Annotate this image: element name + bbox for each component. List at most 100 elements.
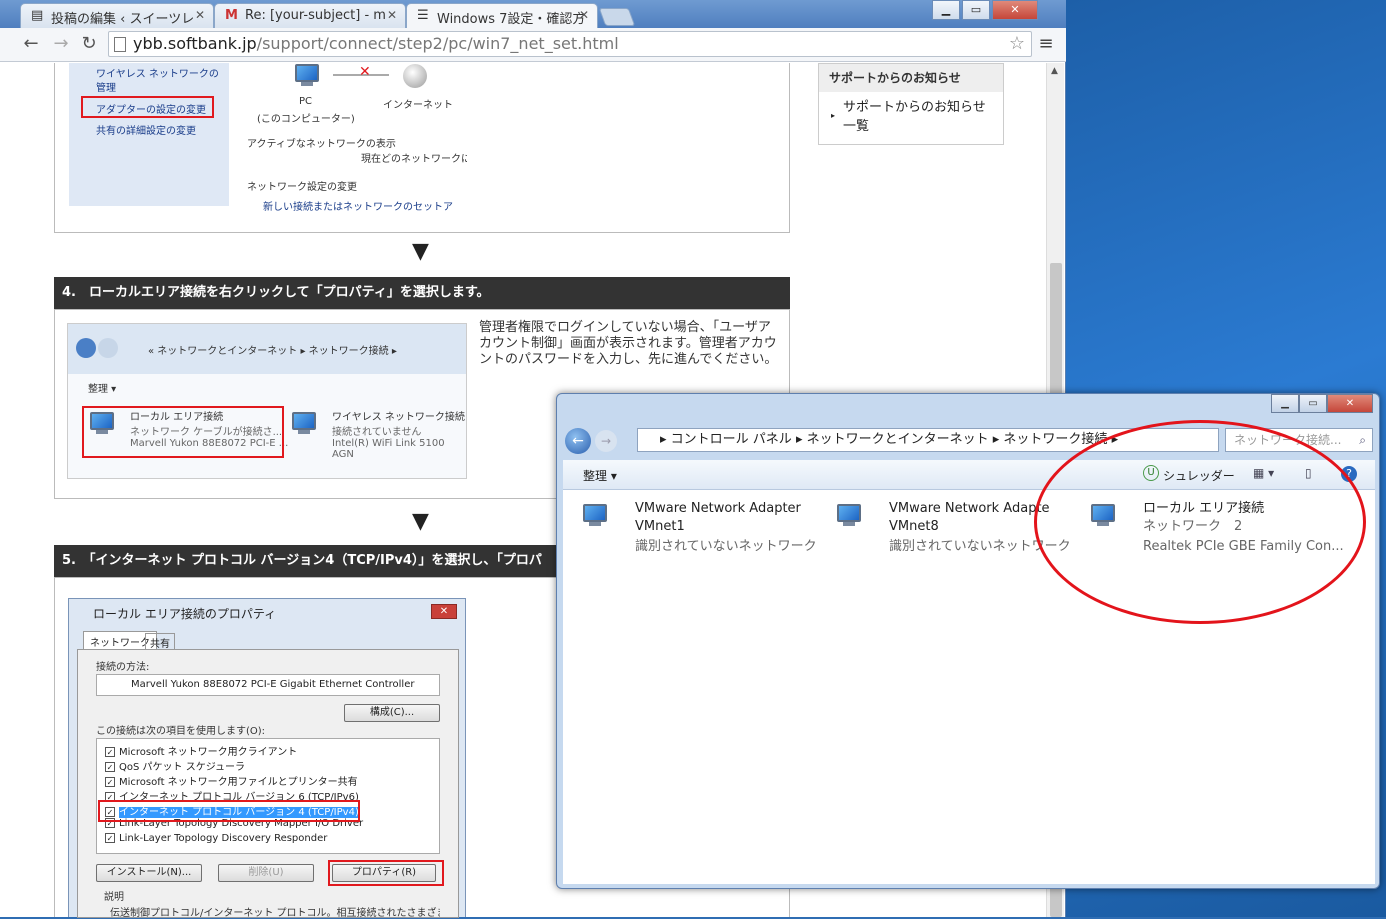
tab-label: 投稿の編集 ‹ スイーツレ [51,12,195,27]
minimize-button[interactable]: ▁ [1271,394,1299,413]
highlight-box [81,96,214,118]
adapter-sub: VMnet1 [635,519,685,534]
bullet-icon: ▸ [831,111,836,120]
adapter-name: VMware Network Adapte [889,501,1050,516]
address-bar[interactable]: ybb.softbank.jp/support/connect/step2/pc… [108,31,1032,57]
adapter-device: Intel(R) WiFi Link 5100 AGN [332,438,445,460]
adapter-status: 識別されていないネットワーク [635,539,817,554]
pc-icon [293,64,323,90]
highlight-box [82,406,284,458]
highlight-box [98,800,360,822]
sidebar-item-wireless: ワイヤレス ネットワークの管理 [96,69,219,94]
list-item: ✓ Link-Layer Topology Discovery Responder [105,833,328,844]
page-icon: ▤ [31,8,44,23]
wireless-adapter-icon [290,412,320,438]
minimize-button[interactable]: ▁ [932,0,960,20]
forward-button[interactable]: → [595,430,617,452]
close-window-button[interactable]: ✕ [992,0,1038,20]
page-icon [114,37,126,52]
install-button: インストール(N)... [96,864,202,882]
items-list: ✓ Microsoft ネットワーク用クライアント ✓ QoS パケット スケジュー… [96,738,440,854]
active-network-label: アクティブなネットワークの表示 [247,139,396,150]
menu-icon[interactable]: ≡ [1036,33,1056,55]
network-adapter-icon [581,504,611,530]
pc-sublabel: (このコンピューター) [257,114,355,125]
close-window-button[interactable]: ✕ [1327,394,1373,413]
highlight-ellipse [1034,420,1366,624]
sidebar-item-sharing: 共有の詳細設定の変更 [96,126,196,137]
adapter-status: 接続されていません [332,427,422,438]
dialog-title-text: ローカル エリア接続のプロパティ [93,607,277,621]
notice-heading: サポートからのお知らせ [819,64,1003,92]
list-item: ✓ QoS パケット スケジューラ [105,762,245,773]
forward-button[interactable]: → [50,33,72,55]
gmail-icon: M [225,8,238,23]
network-connections-screenshot: « ネットワークとインターネット ▸ ネットワーク接続 ▸ 整理 ▾ ローカル … [67,323,467,479]
network-center-screenshot: ワイヤレス ネットワークの管理 アダプターの設定の変更 共有の詳細設定の変更 ✕… [54,63,790,233]
tab-gmail[interactable]: M Re: [your-subject] - m ✕ [214,3,406,28]
tab-label: Re: [your-subject] - m [245,8,386,23]
dialog-body: 接続の方法: Marvell Yukon 88E8072 PCI-E Gigab… [77,649,459,919]
settings-label: ネットワーク設定の変更 [247,182,357,193]
reload-button[interactable]: ↻ [78,33,100,55]
adapter-name: ワイヤレス ネットワーク接続 [332,412,465,423]
close-icon[interactable]: ✕ [579,8,589,22]
step4-note: 管理者権限でログインしていない場合、「ユーザアカウント制御」画面が表示されます。… [479,320,778,367]
page-icon: ☰ [417,8,429,23]
notice-link-text: サポートからのお知らせ一覧 [843,100,986,134]
breadcrumb-item[interactable]: コントロール パネル [671,432,792,447]
new-tab-button[interactable] [598,8,636,26]
down-arrow-icon: ▼ [412,239,429,264]
search-icon: ⌕ [1359,433,1366,447]
network-adapter-icon [835,504,865,530]
maximize-button[interactable]: ▭ [962,0,990,20]
uninstall-button: 削除(U) [218,864,314,882]
back-icon [76,338,96,358]
breadcrumb-item[interactable]: ネットワークとインターネット [807,432,989,447]
globe-icon [403,64,427,88]
tab-strip: ▤ 投稿の編集 ‹ スイーツレ ✕ M Re: [your-subject] -… [0,0,1066,28]
list-item: ✓ Microsoft ネットワーク用クライアント [105,747,298,758]
new-connection-link: 新しい接続またはネットワークのセットア [263,202,453,213]
dialog-title: ローカル エリア接続のプロパティ ✕ [69,599,465,625]
pc-label: PC [299,96,313,107]
current-network-label: 現在どのネットワークにも [361,154,467,165]
chevron-icon: ▸ [660,432,671,447]
scroll-up-icon[interactable]: ▲ [1051,66,1058,76]
organize-menu: 整理 ▾ [88,384,117,395]
properties-dialog-screenshot: ローカル エリア接続のプロパティ ✕ ネットワーク 共有 接続の方法: Marve… [68,598,466,919]
configure-button: 構成(C)... [344,704,440,722]
list-item: ✓ Microsoft ネットワーク用ファイルとプリンター共有 [105,777,358,788]
controller-field: Marvell Yukon 88E8072 PCI-E Gigabit Ethe… [96,674,440,696]
breadcrumb: « ネットワークとインターネット ▸ ネットワーク接続 ▸ [148,346,397,357]
items-label: この接続は次の項目を使用します(O): [96,726,266,737]
notice-link[interactable]: ▸ サポートからのお知らせ一覧 [819,92,1003,136]
adapter-sub: VMnet8 [889,519,939,534]
maximize-button[interactable]: ▭ [1299,394,1327,413]
description-label: 説明 [104,892,124,903]
browser-toolbar: ← → ↻ ybb.softbank.jp/support/connect/st… [0,28,1066,62]
adapter-vmnet1[interactable]: VMware Network Adapter VMnet1 識別されていないネッ… [581,500,831,560]
organize-menu[interactable]: 整理 ▾ [583,467,617,484]
forward-icon [98,338,118,358]
close-icon[interactable]: ✕ [387,8,397,22]
support-notice-box: サポートからのお知らせ ▸ サポートからのお知らせ一覧 [818,63,1004,145]
back-button[interactable]: ← [20,33,42,55]
highlight-box [328,860,444,886]
url-path: /support/connect/step2/pc/win7_net_set.h… [256,34,619,53]
tab-label: Windows 7設定・確認方 [437,12,586,27]
connect-using-label: 接続の方法: [96,662,150,673]
adapter-name: VMware Network Adapter [635,501,801,516]
step4-heading: 4. ローカルエリア接続を右クリックして「プロパティ」を選択します。 [54,277,790,309]
tab-edit-post[interactable]: ▤ 投稿の編集 ‹ スイーツレ ✕ [20,3,214,28]
close-icon: ✕ [431,604,457,619]
bookmark-star-icon[interactable]: ☆ [1009,32,1025,56]
internet-label: インターネット [383,100,453,111]
tab-windows7-settings[interactable]: ☰ Windows 7設定・確認方 ✕ [406,3,598,28]
x-mark-icon: ✕ [359,64,371,80]
back-button[interactable]: ← [565,428,591,454]
url-host: ybb.softbank.jp [133,34,257,53]
close-icon[interactable]: ✕ [195,8,205,22]
down-arrow-icon: ▼ [412,509,429,534]
control-panel-sidebar: ワイヤレス ネットワークの管理 アダプターの設定の変更 共有の詳細設定の変更 [69,63,229,206]
